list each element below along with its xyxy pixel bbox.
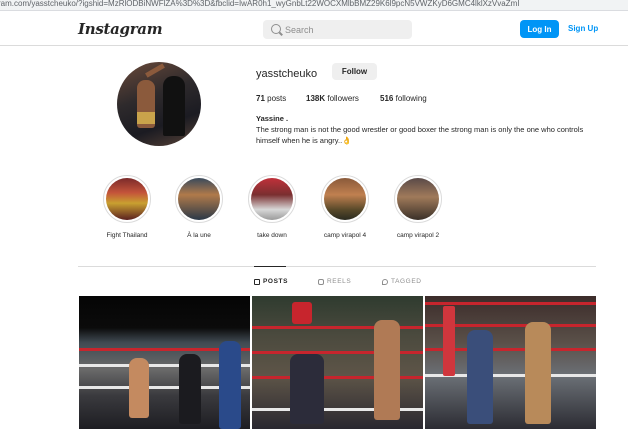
profile-full-name: Yassine . xyxy=(256,114,289,123)
active-tab-indicator xyxy=(254,266,286,267)
highlight-label: Fight Thailand xyxy=(106,232,148,239)
tab-reels[interactable]: REELS xyxy=(318,278,351,285)
posts-count: 71 xyxy=(256,94,265,103)
grid-icon xyxy=(254,278,260,285)
post-referee-figure xyxy=(179,354,201,424)
highlight-thumbnail xyxy=(251,178,293,220)
profile-username: yasstcheuko xyxy=(256,68,318,80)
instagram-logo[interactable]: Instagram xyxy=(78,20,163,38)
profile-bio: The strong man is not the good wrestler … xyxy=(256,125,584,145)
top-nav: Instagram Log In Sign Up xyxy=(0,11,628,46)
highlight-fight-thailand[interactable]: Fight Thailand xyxy=(92,175,162,239)
following-label: following xyxy=(395,94,427,103)
search-icon xyxy=(271,24,281,34)
highlight-a-la-une[interactable]: À la une xyxy=(164,175,234,239)
posts-stat: 71 posts xyxy=(256,94,286,103)
post-fighter-figure xyxy=(129,358,149,418)
posts-label: posts xyxy=(267,94,287,103)
highlight-label: camp virapol 2 xyxy=(396,232,440,239)
post-thumbnail-1[interactable] xyxy=(79,296,250,429)
reels-icon xyxy=(318,278,324,285)
highlight-thumbnail xyxy=(397,178,439,220)
post-corner-post xyxy=(443,306,455,376)
post-fighter-figure xyxy=(219,341,241,429)
post-fighter-figure xyxy=(290,354,324,424)
login-button[interactable]: Log In xyxy=(520,20,559,38)
highlight-thumbnail xyxy=(178,178,220,220)
url-text[interactable]: ram.com/yasstcheuko/?igshid=MzRlODBiNWFl… xyxy=(0,0,628,8)
tabs-divider xyxy=(78,266,596,267)
tab-label: REELS xyxy=(327,278,352,285)
followers-label: followers xyxy=(327,94,359,103)
highlight-label: camp virapol 4 xyxy=(323,232,367,239)
tab-posts[interactable]: POSTS xyxy=(254,278,288,285)
highlight-thumbnail xyxy=(324,178,366,220)
profile-avatar[interactable] xyxy=(117,62,201,146)
followers-stat[interactable]: 138K followers xyxy=(306,94,359,103)
avatar-fighter-figure xyxy=(137,80,155,128)
tag-icon xyxy=(382,278,388,285)
highlight-camp-virapol-4[interactable]: camp virapol 4 xyxy=(310,175,380,239)
post-fighter-figure xyxy=(467,330,493,424)
post-corner-pad xyxy=(292,302,312,324)
highlight-label: take down xyxy=(257,232,287,239)
post-thumbnail-2[interactable] xyxy=(252,296,423,429)
following-count: 516 xyxy=(380,94,394,103)
post-fighter-figure xyxy=(374,320,400,420)
search-input[interactable] xyxy=(285,22,405,37)
highlight-camp-virapol-2[interactable]: camp virapol 2 xyxy=(383,175,453,239)
tab-label: POSTS xyxy=(263,278,289,285)
followers-count: 138K xyxy=(306,94,326,103)
post-thumbnail-3[interactable] xyxy=(425,296,596,429)
signup-link[interactable]: Sign Up xyxy=(568,24,598,33)
avatar-referee-figure xyxy=(163,76,185,136)
tab-label: TAGGED xyxy=(391,278,422,285)
tab-tagged[interactable]: TAGGED xyxy=(382,278,422,285)
post-fighter-figure xyxy=(525,322,551,424)
highlight-thumbnail xyxy=(106,178,148,220)
follow-button[interactable]: Follow xyxy=(332,63,377,80)
following-stat[interactable]: 516 following xyxy=(380,94,427,103)
highlight-take-down[interactable]: take down xyxy=(237,175,307,239)
highlight-label: À la une xyxy=(187,232,211,239)
search-box[interactable] xyxy=(263,20,412,39)
browser-url-bar[interactable]: ram.com/yasstcheuko/?igshid=MzRlODBiNWFl… xyxy=(0,0,628,11)
